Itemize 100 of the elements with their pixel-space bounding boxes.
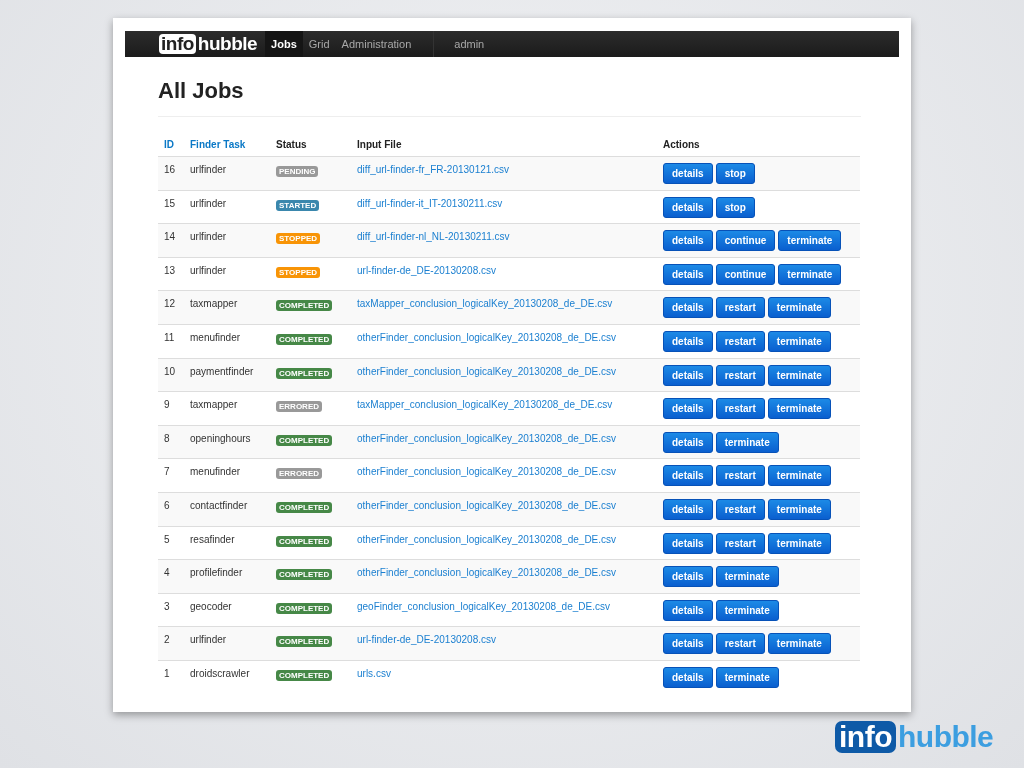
action-button[interactable]: restart — [715, 330, 765, 352]
action-button[interactable]: continue — [715, 263, 776, 285]
nav-link[interactable]: Grid — [302, 31, 336, 57]
action-button[interactable]: details — [663, 263, 713, 285]
action-button[interactable]: terminate — [778, 230, 842, 252]
column-header: Actions — [657, 132, 860, 157]
task-text: openinghours — [190, 432, 251, 444]
file-link[interactable]: otherFinder_conclusion_logicalKey_20130208_de_DE.csv — [357, 499, 617, 511]
action-button[interactable]: terminate — [767, 364, 831, 386]
file-link[interactable]: url-finder-de_DE-20130208.csv — [357, 634, 496, 646]
status-badge: PENDING — [276, 166, 319, 177]
status-badge: COMPLETED — [276, 669, 333, 681]
task-text: urlfinder — [190, 164, 227, 175]
action-button[interactable]: terminate — [778, 263, 842, 285]
id-text: 2 — [164, 634, 170, 646]
task-text: profilefinder — [190, 567, 243, 579]
action-button[interactable]: details — [663, 599, 713, 621]
action-button[interactable]: stop — [715, 163, 755, 184]
action-button[interactable]: terminate — [767, 633, 831, 655]
action-button[interactable]: terminate — [715, 566, 779, 588]
status-badge: COMPLETED — [276, 300, 333, 312]
action-button[interactable]: continue — [715, 230, 776, 252]
action-button[interactable]: restart — [715, 498, 765, 520]
status-badge: ERRORED — [276, 468, 322, 480]
id-text: 11 — [164, 331, 175, 343]
id-text: 15 — [164, 197, 176, 209]
column-header[interactable]: ID — [158, 132, 184, 157]
file-link[interactable]: otherFinder_conclusion_logicalKey_20130208_de_DE.csv — [357, 432, 617, 444]
nav-link[interactable]: Administration — [335, 31, 418, 57]
action-button[interactable]: terminate — [767, 297, 831, 319]
file-link[interactable]: taxMapper_conclusion_logicalKey_20130208_de_DE.csv — [357, 399, 613, 411]
action-button[interactable]: terminate — [767, 398, 831, 420]
action-button[interactable]: details — [663, 431, 713, 453]
action-button[interactable]: stop — [715, 196, 755, 218]
file-link[interactable]: taxMapper_conclusion_logicalKey_20130208_de_DE.csv — [357, 298, 613, 310]
task-text: geocoder — [190, 600, 232, 612]
column-header[interactable]: Finder Task — [184, 132, 270, 157]
action-button[interactable]: details — [663, 196, 713, 218]
id-text: 14 — [164, 231, 176, 243]
status-badge: STOPPED — [276, 233, 321, 245]
logo-text: hubble — [898, 720, 994, 754]
status-badge: COMPLETED — [276, 367, 333, 379]
status-badge: COMPLETED — [276, 636, 333, 648]
action-button[interactable]: details — [663, 465, 713, 487]
action-button[interactable]: details — [663, 163, 713, 184]
action-button[interactable]: details — [663, 330, 713, 352]
file-link[interactable]: geoFinder_conclusion_logicalKey_20130208_de_DE.csv — [357, 600, 610, 612]
status-badge: COMPLETED — [276, 333, 333, 345]
logo-text: info — [835, 721, 896, 753]
action-button[interactable]: details — [663, 297, 713, 319]
file-link[interactable]: otherFinder_conclusion_logicalKey_20130208_de_DE.csv — [357, 365, 617, 377]
task-text: urlfinder — [190, 197, 227, 209]
user-link[interactable]: admin — [433, 31, 505, 57]
file-link[interactable]: urls.csv — [357, 667, 391, 679]
id-text: 12 — [164, 298, 176, 310]
action-button[interactable]: details — [663, 498, 713, 520]
action-button[interactable]: terminate — [715, 666, 779, 688]
status-badge: COMPLETED — [276, 535, 333, 547]
action-button[interactable]: restart — [715, 633, 765, 655]
status-badge: STOPPED — [276, 266, 321, 278]
task-text: menufinder — [190, 331, 241, 343]
action-button[interactable]: terminate — [715, 599, 779, 621]
action-button[interactable]: restart — [715, 297, 765, 319]
action-button[interactable]: restart — [715, 398, 765, 420]
file-link[interactable]: url-finder-de_DE-20130208.csv — [357, 264, 496, 276]
action-button[interactable]: terminate — [767, 465, 831, 487]
action-button[interactable]: details — [663, 398, 713, 420]
action-button[interactable]: restart — [715, 364, 765, 386]
action-button[interactable]: terminate — [767, 498, 831, 520]
id-text: 9 — [164, 399, 170, 411]
action-button[interactable]: terminate — [767, 532, 831, 554]
action-button[interactable]: terminate — [767, 330, 831, 352]
action-button[interactable]: details — [663, 230, 713, 252]
file-link[interactable]: diff_url-finder-nl_NL-20130211.csv — [357, 231, 510, 243]
action-button[interactable]: details — [663, 666, 713, 688]
action-button[interactable]: restart — [715, 532, 765, 554]
id-text: 3 — [164, 600, 170, 612]
column-header: Input File — [351, 132, 657, 157]
file-link[interactable]: otherFinder_conclusion_logicalKey_20130208_de_DE.csv — [357, 466, 617, 478]
action-button[interactable]: details — [663, 532, 713, 554]
file-link[interactable]: otherFinder_conclusion_logicalKey_20130208_de_DE.csv — [357, 331, 617, 343]
action-button[interactable]: details — [663, 633, 713, 655]
id-text: 1 — [164, 667, 170, 679]
file-link[interactable]: otherFinder_conclusion_logicalKey_20130208_de_DE.csv — [357, 567, 617, 579]
action-button[interactable]: details — [663, 364, 713, 386]
action-button[interactable]: details — [663, 566, 713, 588]
file-link[interactable]: otherFinder_conclusion_logicalKey_20130208_de_DE.csv — [357, 533, 617, 545]
task-text: taxmapper — [190, 399, 238, 411]
file-link[interactable]: diff_url-finder-fr_FR-20130121.csv — [357, 164, 510, 175]
task-text: urlfinder — [190, 264, 227, 276]
task-text: resafinder — [190, 533, 235, 545]
nav-link[interactable]: Jobs — [265, 31, 303, 57]
file-link[interactable]: diff_url-finder-it_IT-20130211.csv — [357, 197, 503, 209]
action-button[interactable]: restart — [715, 465, 765, 487]
action-button[interactable]: terminate — [715, 431, 779, 453]
id-text: 8 — [164, 432, 170, 444]
status-badge: COMPLETED — [276, 569, 333, 581]
status-badge: ERRORED — [276, 401, 322, 413]
id-text: 7 — [164, 466, 170, 478]
task-text: urlfinder — [190, 634, 227, 646]
